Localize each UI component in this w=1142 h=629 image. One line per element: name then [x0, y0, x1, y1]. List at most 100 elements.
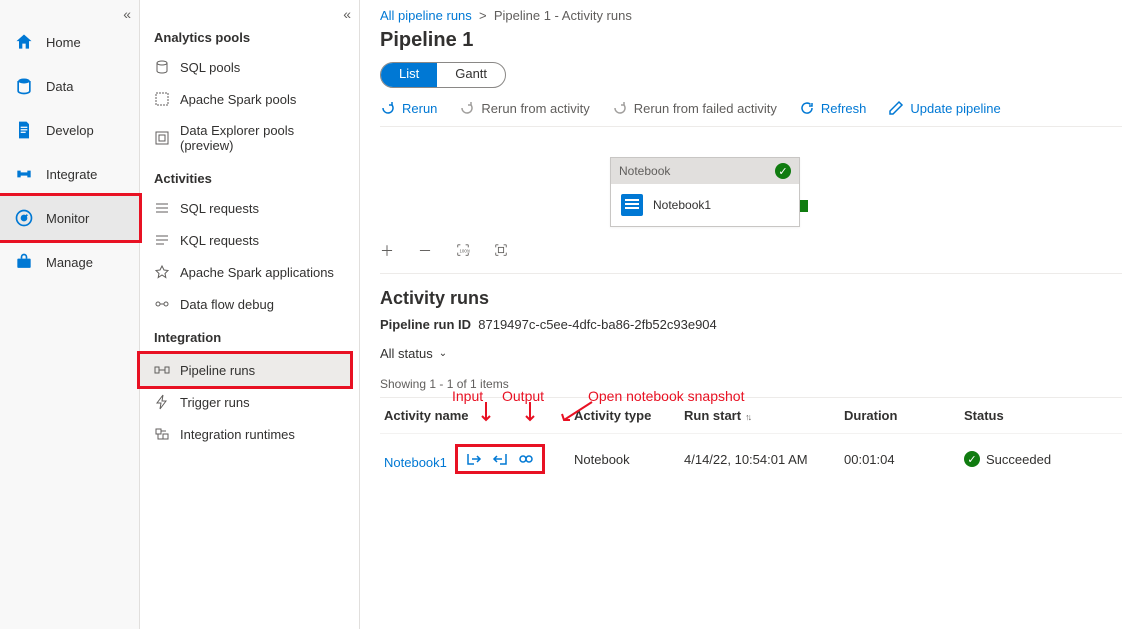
- breadcrumb: All pipeline runs > Pipeline 1 - Activit…: [380, 8, 1122, 23]
- sub-item-label: Apache Spark applications: [180, 265, 334, 280]
- status-filter-dropdown[interactable]: All status ⌄: [380, 346, 447, 377]
- subpanel-section-integration: Integration: [140, 320, 359, 351]
- sub-item-data-explorer-pools[interactable]: Data Explorer pools (preview): [140, 115, 359, 161]
- activity-runs-title: Activity runs: [380, 288, 1122, 309]
- table-header: Activity name Activity type Run start↑↓ …: [380, 398, 1122, 434]
- sub-item-sql-requests[interactable]: SQL requests: [140, 192, 359, 224]
- chevron-down-icon: ⌄: [439, 348, 447, 359]
- input-icon[interactable]: [466, 451, 482, 467]
- output-connector[interactable]: [800, 200, 808, 212]
- rerun-failed-icon: [612, 100, 628, 116]
- view-toggle: List Gantt: [380, 62, 506, 88]
- main-sidebar: « Home Data Develop Integrate Monitor: [0, 0, 140, 629]
- pipeline-run-id: Pipeline run ID 8719497c-c5ee-4dfc-ba86-…: [380, 317, 1122, 332]
- col-status[interactable]: Status: [960, 408, 1070, 423]
- sort-icon: ↑↓: [745, 412, 750, 422]
- rerun-from-activity-button[interactable]: Rerun from activity: [459, 100, 589, 116]
- subpanel-section-analytics: Analytics pools: [140, 20, 359, 51]
- breadcrumb-sep: >: [479, 8, 487, 23]
- nav-label: Data: [46, 79, 73, 94]
- dataflow-debug-icon: [154, 296, 170, 312]
- sub-item-pipeline-runs[interactable]: Pipeline runs: [140, 354, 350, 386]
- sub-item-spark-apps[interactable]: Apache Spark applications: [140, 256, 359, 288]
- collapse-subpanel-icon[interactable]: «: [343, 6, 351, 22]
- sidebar-item-data[interactable]: Data: [0, 64, 139, 108]
- activity-name-link[interactable]: Notebook1: [384, 455, 447, 470]
- col-duration[interactable]: Duration: [840, 408, 960, 423]
- items-count: Showing 1 - 1 of 1 items: [380, 377, 1122, 391]
- main-content: All pipeline runs > Pipeline 1 - Activit…: [360, 0, 1142, 629]
- cell-duration: 00:01:04: [840, 452, 960, 467]
- sidebar-item-home[interactable]: Home: [0, 20, 139, 64]
- subpanel-section-activities: Activities: [140, 161, 359, 192]
- rerun-failed-label: Rerun from failed activity: [634, 101, 777, 116]
- activity-type: Notebook: [619, 164, 670, 178]
- toolbox-icon: [14, 252, 34, 272]
- snapshot-icon[interactable]: [518, 451, 534, 467]
- activity-card-header: Notebook ✓: [611, 158, 799, 184]
- pipeline-runs-icon: [154, 362, 170, 378]
- view-toggle-list[interactable]: List: [381, 63, 437, 87]
- sub-item-trigger-runs[interactable]: Trigger runs: [140, 386, 359, 418]
- collapse-sidebar-icon[interactable]: «: [123, 6, 131, 22]
- toolbar: Rerun Rerun from activity Rerun from fai…: [380, 88, 1122, 127]
- row-action-icons: [455, 444, 545, 474]
- spark-pools-icon: [154, 91, 170, 107]
- sub-item-dataflow-debug[interactable]: Data flow debug: [140, 288, 359, 320]
- sidebar-item-develop[interactable]: Develop: [0, 108, 139, 152]
- update-pipeline-label: Update pipeline: [910, 101, 1000, 116]
- sub-sidebar: « Analytics pools SQL pools Apache Spark…: [140, 0, 360, 629]
- refresh-button[interactable]: Refresh: [799, 100, 867, 116]
- sidebar-item-manage[interactable]: Manage: [0, 240, 139, 284]
- zoom-in-button[interactable]: ＋: [380, 241, 394, 261]
- refresh-icon: [799, 100, 815, 116]
- svg-text:100%: 100%: [460, 248, 471, 253]
- breadcrumb-root-link[interactable]: All pipeline runs: [380, 8, 472, 23]
- sub-item-label: SQL requests: [180, 201, 259, 216]
- success-status-icon: ✓: [775, 163, 791, 179]
- status-text: Succeeded: [986, 452, 1051, 467]
- sub-item-label: Integration runtimes: [180, 427, 295, 442]
- rerun-label: Rerun: [402, 101, 437, 116]
- sidebar-item-monitor[interactable]: Monitor: [0, 193, 142, 243]
- run-id-label: Pipeline run ID: [380, 317, 471, 332]
- zoom-fit-button[interactable]: [494, 243, 508, 260]
- nav-label: Home: [46, 35, 81, 50]
- integration-runtimes-icon: [154, 426, 170, 442]
- view-toggle-gantt[interactable]: Gantt: [437, 63, 505, 87]
- sub-item-label: Pipeline runs: [180, 363, 255, 378]
- sidebar-item-integrate[interactable]: Integrate: [0, 152, 139, 196]
- output-icon[interactable]: [492, 451, 508, 467]
- canvas-controls: ＋ － 100%: [380, 237, 1122, 274]
- rerun-from-failed-button[interactable]: Rerun from failed activity: [612, 100, 777, 116]
- spark-apps-icon: [154, 264, 170, 280]
- col-run-start[interactable]: Run start↑↓: [680, 408, 840, 423]
- rerun-activity-label: Rerun from activity: [481, 101, 589, 116]
- kql-requests-icon: [154, 232, 170, 248]
- sub-item-sql-pools[interactable]: SQL pools: [140, 51, 359, 83]
- sub-item-spark-pools[interactable]: Apache Spark pools: [140, 83, 359, 115]
- sub-item-kql-requests[interactable]: KQL requests: [140, 224, 359, 256]
- sql-pools-icon: [154, 59, 170, 75]
- refresh-label: Refresh: [821, 101, 867, 116]
- database-icon: [14, 76, 34, 96]
- home-icon: [14, 32, 34, 52]
- success-icon: ✓: [964, 451, 980, 467]
- zoom-100-button[interactable]: 100%: [456, 243, 470, 260]
- activity-card-body: Notebook1: [611, 184, 799, 226]
- sub-item-integration-runtimes[interactable]: Integration runtimes: [140, 418, 359, 450]
- cell-status: ✓ Succeeded: [960, 451, 1070, 467]
- nav-label: Manage: [46, 255, 93, 270]
- sql-requests-icon: [154, 200, 170, 216]
- zoom-out-button[interactable]: －: [418, 241, 432, 261]
- rerun-button[interactable]: Rerun: [380, 100, 437, 116]
- annotation-input: Input: [452, 388, 483, 404]
- trigger-runs-icon: [154, 394, 170, 410]
- page-title: Pipeline 1: [380, 29, 1122, 52]
- update-pipeline-button[interactable]: Update pipeline: [888, 100, 1000, 116]
- col-activity-name[interactable]: Activity name: [380, 408, 570, 423]
- activity-card-notebook[interactable]: Notebook ✓ Notebook1: [610, 157, 800, 227]
- pipeline-icon: [14, 164, 34, 184]
- activity-runs-table: Activity name Activity type Run start↑↓ …: [380, 397, 1122, 484]
- sub-item-label: Apache Spark pools: [180, 92, 296, 107]
